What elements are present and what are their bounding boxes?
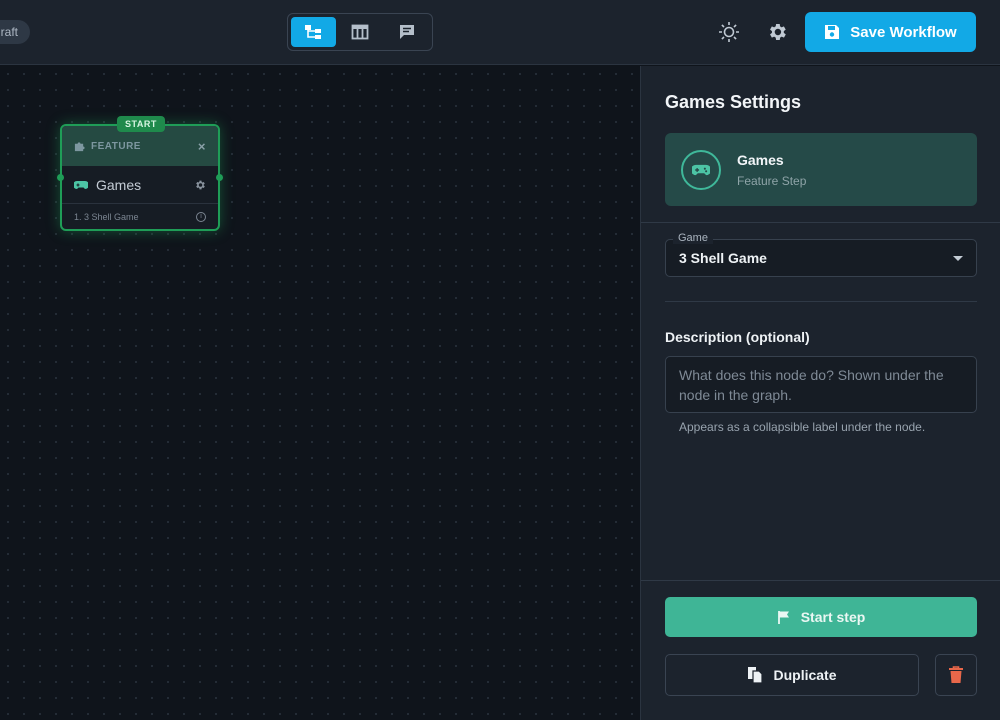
game-select-value: 3 Shell Game xyxy=(679,250,767,266)
game-select-label: Game xyxy=(673,232,713,244)
info-icon[interactable]: i xyxy=(196,211,206,222)
delete-button[interactable] xyxy=(935,654,977,696)
start-badge: START xyxy=(117,116,165,132)
node-close-icon[interactable]: × xyxy=(198,139,206,154)
draft-status-badge[interactable]: raft xyxy=(0,20,30,44)
view-switcher xyxy=(287,13,433,51)
comment-view-button[interactable] xyxy=(384,17,429,47)
table-view-button[interactable] xyxy=(338,17,383,47)
panel-title: Games Settings xyxy=(665,92,802,112)
description-hint: Appears as a collapsible label under the… xyxy=(679,420,926,434)
trash-icon xyxy=(949,666,963,683)
description-textarea[interactable]: What does this node do? Shown under the … xyxy=(665,356,977,413)
step-text: Games Feature Step xyxy=(737,152,806,188)
save-workflow-button[interactable]: Save Workflow xyxy=(805,12,976,52)
game-select[interactable]: 3 Shell Game xyxy=(665,239,977,277)
top-bar: raft Save Workflow xyxy=(0,0,1000,65)
section-divider xyxy=(665,301,977,302)
start-step-button[interactable]: Start step xyxy=(665,597,977,637)
node-output-handle[interactable] xyxy=(216,174,223,181)
workflow-canvas[interactable]: START FEATURE × Games 1. 3 Shell Game i xyxy=(0,66,640,720)
puzzle-icon xyxy=(74,141,85,151)
gamepad-icon xyxy=(74,180,88,189)
duplicate-button[interactable]: Duplicate xyxy=(665,654,919,696)
step-summary-card: Games Feature Step xyxy=(665,133,977,206)
node-list-item: 1. 3 Shell Game i xyxy=(62,204,218,229)
theme-toggle-button[interactable] xyxy=(715,18,743,46)
floppy-disk-icon xyxy=(825,25,840,39)
node-type-label: FEATURE xyxy=(91,140,141,152)
section-divider xyxy=(641,222,1000,223)
chevron-down-icon xyxy=(953,255,963,261)
node-title-row: Games xyxy=(62,166,218,204)
section-divider xyxy=(641,580,1000,581)
sun-icon xyxy=(719,22,739,42)
flag-icon xyxy=(777,610,789,624)
description-label: Description (optional) xyxy=(665,329,810,345)
step-type: Feature Step xyxy=(737,173,807,188)
copy-icon xyxy=(748,667,764,684)
step-name: Games xyxy=(737,151,784,168)
duplicate-label: Duplicate xyxy=(773,667,837,683)
table-view-icon xyxy=(351,24,369,40)
node-header: FEATURE × xyxy=(62,126,218,166)
node-title: Games xyxy=(96,176,142,193)
node-input-handle[interactable] xyxy=(57,174,64,181)
node-settings-icon[interactable] xyxy=(194,179,206,191)
settings-button[interactable] xyxy=(763,18,791,46)
gamepad-icon xyxy=(692,164,710,175)
settings-panel: Games Settings Games Feature Step 3 Shel… xyxy=(640,66,1000,720)
comment-view-icon xyxy=(399,25,414,39)
save-workflow-label: Save Workflow xyxy=(850,23,957,41)
workflow-node-games[interactable]: START FEATURE × Games 1. 3 Shell Game i xyxy=(57,116,223,231)
step-icon-circle xyxy=(681,149,721,190)
graph-view-button[interactable] xyxy=(291,17,336,47)
start-step-label: Start step xyxy=(800,609,866,625)
graph-view-icon xyxy=(305,25,322,39)
gear-icon xyxy=(770,24,786,40)
node-item-label: 1. 3 Shell Game xyxy=(74,211,139,222)
